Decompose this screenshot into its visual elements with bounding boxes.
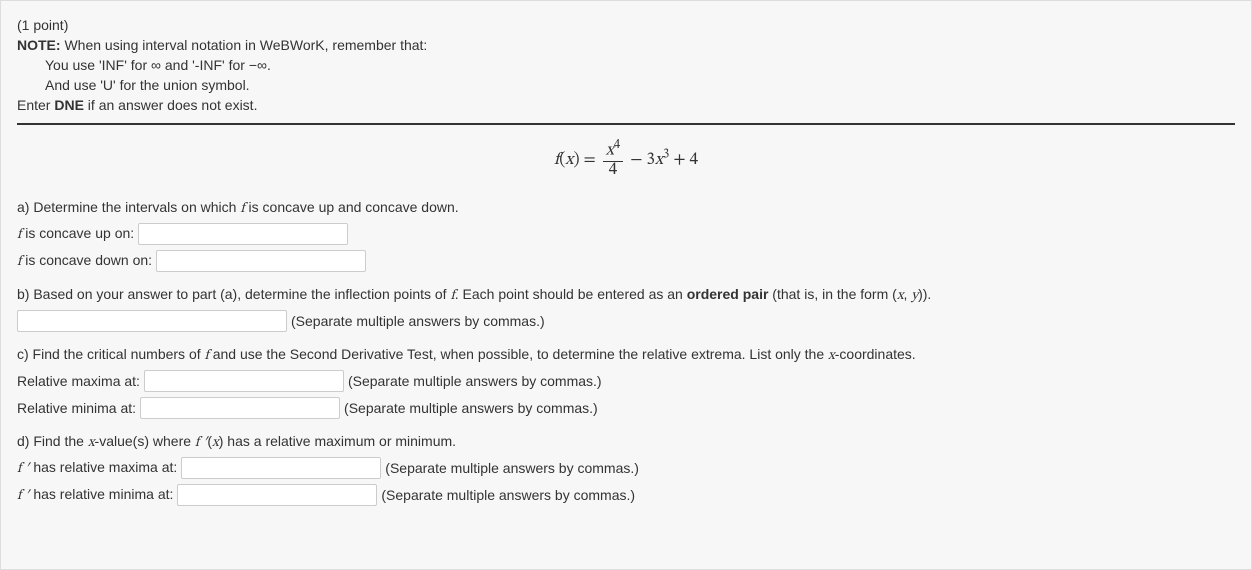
fprime-min-label: has relative minima at: [29,486,173,502]
part-c-question: c) Find the critical numbers of f and us… [17,346,1235,365]
part-d-question: d) Find the x-value(s) where f ′(x) has … [17,433,1235,452]
rel-min-row: Relative minima at: (Separate multiple a… [17,397,1235,419]
rel-min-input[interactable] [140,397,340,419]
dne-label: DNE [54,97,84,113]
note-line-1: You use 'INF' for ∞ and '-INF' for −∞. [17,57,1235,73]
rel-max-label: Relative maxima at: [17,373,140,389]
note-line-0: NOTE: When using interval notation in We… [17,37,1235,53]
note-label: NOTE: [17,37,61,53]
rel-max-row: Relative maxima at: (Separate multiple a… [17,370,1235,392]
neg-infinity-symbol: −∞ [249,57,267,73]
note-line-2: And use 'U' for the union symbol. [17,77,1235,93]
fprime-max-hint: (Separate multiple answers by commas.) [385,460,639,476]
concave-down-row: f is concave down on: [17,250,1235,272]
problem-panel: (1 point) NOTE: When using interval nota… [0,0,1252,570]
fprime-min-row: f ′ has relative minima at: (Separate mu… [17,484,1235,506]
concave-up-row: f is concave up on: [17,223,1235,245]
concave-down-label: is concave down on: [21,252,152,268]
fprime-max-label: has relative maxima at: [29,459,177,475]
fprime-max-input[interactable] [181,457,381,479]
fraction: x4 4 [603,139,623,181]
note-line-0-rest: When using interval notation in WeBWorK,… [61,37,428,53]
inflection-row: (Separate multiple answers by commas.) [17,310,1235,332]
equation-display: f(x) = x4 4 − 3x3 + 4 [17,139,1235,181]
infinity-symbol: ∞ [151,57,161,73]
inflection-hint: (Separate multiple answers by commas.) [291,313,545,329]
fprime-min-input[interactable] [177,484,377,506]
rel-max-input[interactable] [144,370,344,392]
part-a-question: a) Determine the intervals on which f is… [17,199,1235,218]
fprime-max-row: f ′ has relative maxima at: (Separate mu… [17,457,1235,479]
rel-min-label: Relative minima at: [17,400,136,416]
concave-up-input[interactable] [138,223,348,245]
note-line-3: Enter DNE if an answer does not exist. [17,97,1235,113]
inflection-input[interactable] [17,310,287,332]
separator-rule [17,123,1235,125]
fprime-min-hint: (Separate multiple answers by commas.) [381,487,635,503]
part-b-question: b) Based on your answer to part (a), det… [17,286,1235,305]
concave-up-label: is concave up on: [21,225,134,241]
rel-min-hint: (Separate multiple answers by commas.) [344,400,598,416]
rel-max-hint: (Separate multiple answers by commas.) [348,373,602,389]
points-line: (1 point) [17,17,1235,33]
concave-down-input[interactable] [156,250,366,272]
note-block: NOTE: When using interval notation in We… [17,37,1235,113]
